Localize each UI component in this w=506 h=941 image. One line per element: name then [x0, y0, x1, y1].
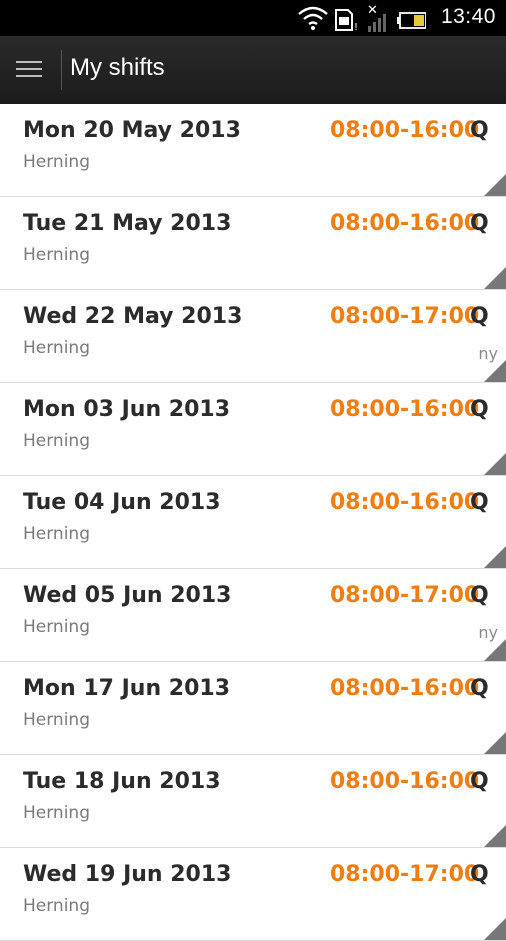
sd-card-icon: ! — [335, 9, 358, 33]
shift-time: 08:00-16:00 — [330, 490, 480, 515]
wifi-icon — [298, 6, 328, 30]
battery-icon — [397, 12, 426, 29]
shift-time: 08:00-16:00 — [330, 211, 480, 236]
svg-text:✕: ✕ — [367, 3, 378, 18]
shift-time: 08:00-16:00 — [330, 676, 480, 701]
page-title: My shifts — [70, 54, 165, 81]
corner-triangle-icon — [484, 174, 506, 196]
corner-triangle-icon — [484, 825, 506, 847]
menu-icon[interactable] — [16, 56, 42, 84]
shift-time: 08:00-17:00 — [330, 862, 480, 887]
list-item[interactable]: Wed 19 Jun 2013 Herning 08:00-17:00 Q — [0, 848, 506, 941]
signal-icon: ✕ — [367, 3, 386, 32]
corner-triangle-icon — [484, 639, 506, 661]
shift-location: Herning — [23, 524, 90, 544]
shift-time: 08:00-16:00 — [330, 118, 480, 143]
list-item[interactable]: Tue 04 Jun 2013 Herning 08:00-16:00 Q — [0, 476, 506, 569]
svg-text:!: ! — [354, 22, 358, 33]
shift-time: 08:00-17:00 — [330, 583, 480, 608]
shift-code: Q — [470, 769, 489, 794]
shift-code: Q — [470, 304, 489, 329]
corner-triangle-icon — [484, 732, 506, 754]
shift-code: Q — [470, 490, 489, 515]
shift-list: Mon 20 May 2013 Herning 08:00-16:00 Q Tue 21… — [0, 104, 506, 941]
corner-triangle-icon — [484, 546, 506, 568]
list-item[interactable]: Tue 18 Jun 2013 Herning 08:00-16:00 Q — [0, 755, 506, 848]
shift-location: Herning — [23, 710, 90, 730]
shift-date: Wed 22 May 2013 — [23, 304, 243, 329]
status-icons: ! ✕ — [298, 3, 426, 33]
status-time: 13:40 — [440, 5, 496, 28]
shift-code: Q — [470, 118, 489, 143]
corner-triangle-icon — [484, 360, 506, 382]
shift-time: 08:00-17:00 — [330, 304, 480, 329]
shift-date: Mon 03 Jun 2013 — [23, 397, 231, 422]
action-bar: My shifts — [0, 36, 506, 104]
list-item[interactable]: Wed 22 May 2013 Herning 08:00-17:00 Qny — [0, 290, 506, 383]
shift-time: 08:00-16:00 — [330, 397, 480, 422]
corner-triangle-icon — [484, 267, 506, 289]
action-bar-divider — [61, 50, 62, 90]
shift-date: Tue 21 May 2013 — [23, 211, 232, 236]
corner-triangle-icon — [484, 918, 506, 940]
shift-location: Herning — [23, 245, 90, 265]
shift-location: Herning — [23, 803, 90, 823]
shift-date: Mon 17 Jun 2013 — [23, 676, 231, 701]
shift-date: Tue 18 Jun 2013 — [23, 769, 221, 794]
list-item[interactable]: Tue 21 May 2013 Herning 08:00-16:00 Q — [0, 197, 506, 290]
shift-location: Herning — [23, 338, 90, 358]
list-item[interactable]: Mon 03 Jun 2013 Herning 08:00-16:00 Q — [0, 383, 506, 476]
shift-location: Herning — [23, 152, 90, 172]
shift-location: Herning — [23, 431, 90, 451]
corner-triangle-icon — [484, 453, 506, 475]
shift-date: Tue 04 Jun 2013 — [23, 490, 221, 515]
shift-code: Q — [470, 397, 489, 422]
shift-code: Q — [470, 676, 489, 701]
shift-location: Herning — [23, 896, 90, 916]
list-item[interactable]: Mon 17 Jun 2013 Herning 08:00-16:00 Q — [0, 662, 506, 755]
list-item[interactable]: Wed 05 Jun 2013 Herning 08:00-17:00 Qny — [0, 569, 506, 662]
shift-time: 08:00-16:00 — [330, 769, 480, 794]
list-item[interactable]: Mon 20 May 2013 Herning 08:00-16:00 Q — [0, 104, 506, 197]
shift-location: Herning — [23, 617, 90, 637]
shift-date: Mon 20 May 2013 — [23, 118, 241, 143]
status-bar: ! ✕ 13:40 — [0, 0, 506, 36]
shift-date: Wed 05 Jun 2013 — [23, 583, 232, 608]
shift-date: Wed 19 Jun 2013 — [23, 862, 232, 887]
shift-code: Q — [470, 583, 489, 608]
shift-code: Q — [470, 862, 489, 887]
shift-code: Q — [470, 211, 489, 236]
